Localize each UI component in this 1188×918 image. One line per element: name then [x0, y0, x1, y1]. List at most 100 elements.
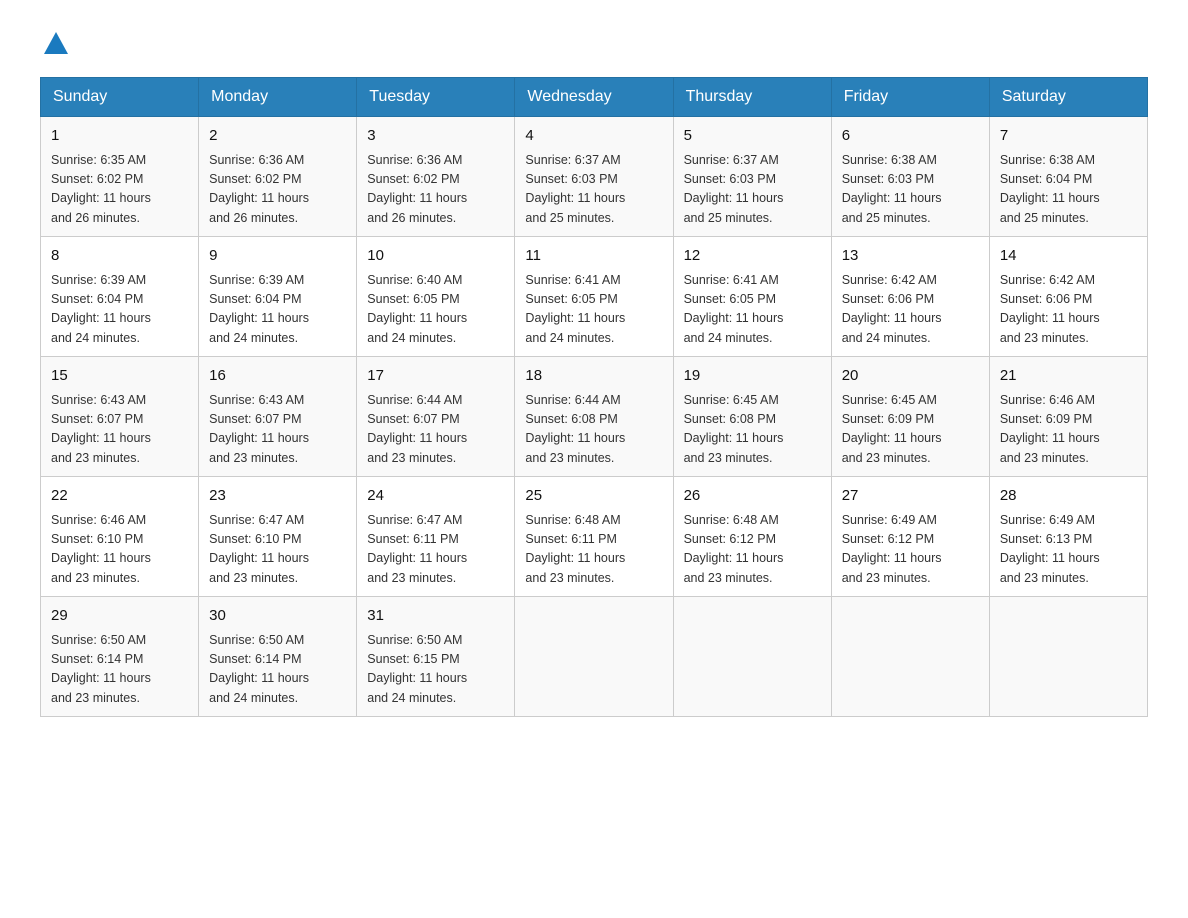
day-info: Sunrise: 6:50 AMSunset: 6:14 PMDaylight:… [209, 631, 346, 709]
calendar-cell: 7 Sunrise: 6:38 AMSunset: 6:04 PMDayligh… [989, 117, 1147, 237]
day-number: 3 [367, 125, 504, 148]
day-info: Sunrise: 6:50 AMSunset: 6:14 PMDaylight:… [51, 631, 188, 709]
day-number: 20 [842, 365, 979, 388]
calendar-cell: 3 Sunrise: 6:36 AMSunset: 6:02 PMDayligh… [357, 117, 515, 237]
day-number: 16 [209, 365, 346, 388]
calendar-cell: 12 Sunrise: 6:41 AMSunset: 6:05 PMDaylig… [673, 237, 831, 357]
day-number: 22 [51, 485, 188, 508]
calendar-week-row: 22 Sunrise: 6:46 AMSunset: 6:10 PMDaylig… [41, 477, 1148, 597]
day-number: 14 [1000, 245, 1137, 268]
day-info: Sunrise: 6:46 AMSunset: 6:09 PMDaylight:… [1000, 391, 1137, 469]
day-number: 21 [1000, 365, 1137, 388]
day-info: Sunrise: 6:41 AMSunset: 6:05 PMDaylight:… [525, 271, 662, 349]
day-info: Sunrise: 6:42 AMSunset: 6:06 PMDaylight:… [1000, 271, 1137, 349]
calendar-cell: 16 Sunrise: 6:43 AMSunset: 6:07 PMDaylig… [199, 357, 357, 477]
calendar-cell: 5 Sunrise: 6:37 AMSunset: 6:03 PMDayligh… [673, 117, 831, 237]
day-info: Sunrise: 6:44 AMSunset: 6:07 PMDaylight:… [367, 391, 504, 469]
day-info: Sunrise: 6:43 AMSunset: 6:07 PMDaylight:… [51, 391, 188, 469]
day-number: 30 [209, 605, 346, 628]
day-info: Sunrise: 6:36 AMSunset: 6:02 PMDaylight:… [367, 151, 504, 229]
calendar-cell: 10 Sunrise: 6:40 AMSunset: 6:05 PMDaylig… [357, 237, 515, 357]
calendar-cell: 1 Sunrise: 6:35 AMSunset: 6:02 PMDayligh… [41, 117, 199, 237]
calendar-cell: 4 Sunrise: 6:37 AMSunset: 6:03 PMDayligh… [515, 117, 673, 237]
calendar-cell [831, 597, 989, 717]
day-number: 5 [684, 125, 821, 148]
day-number: 4 [525, 125, 662, 148]
calendar-week-row: 29 Sunrise: 6:50 AMSunset: 6:14 PMDaylig… [41, 597, 1148, 717]
day-number: 2 [209, 125, 346, 148]
calendar-cell: 6 Sunrise: 6:38 AMSunset: 6:03 PMDayligh… [831, 117, 989, 237]
header-saturday: Saturday [989, 78, 1147, 117]
day-number: 10 [367, 245, 504, 268]
page-header [40, 30, 1148, 57]
calendar-cell: 2 Sunrise: 6:36 AMSunset: 6:02 PMDayligh… [199, 117, 357, 237]
day-info: Sunrise: 6:47 AMSunset: 6:11 PMDaylight:… [367, 511, 504, 589]
day-info: Sunrise: 6:38 AMSunset: 6:04 PMDaylight:… [1000, 151, 1137, 229]
logo [40, 30, 70, 57]
day-info: Sunrise: 6:37 AMSunset: 6:03 PMDaylight:… [684, 151, 821, 229]
calendar-cell: 22 Sunrise: 6:46 AMSunset: 6:10 PMDaylig… [41, 477, 199, 597]
logo-triangle-icon [42, 30, 70, 56]
day-info: Sunrise: 6:49 AMSunset: 6:13 PMDaylight:… [1000, 511, 1137, 589]
calendar-cell: 28 Sunrise: 6:49 AMSunset: 6:13 PMDaylig… [989, 477, 1147, 597]
day-number: 13 [842, 245, 979, 268]
calendar-cell: 23 Sunrise: 6:47 AMSunset: 6:10 PMDaylig… [199, 477, 357, 597]
day-info: Sunrise: 6:48 AMSunset: 6:12 PMDaylight:… [684, 511, 821, 589]
day-number: 15 [51, 365, 188, 388]
day-number: 23 [209, 485, 346, 508]
calendar-cell: 13 Sunrise: 6:42 AMSunset: 6:06 PMDaylig… [831, 237, 989, 357]
day-info: Sunrise: 6:40 AMSunset: 6:05 PMDaylight:… [367, 271, 504, 349]
header-monday: Monday [199, 78, 357, 117]
calendar-week-row: 1 Sunrise: 6:35 AMSunset: 6:02 PMDayligh… [41, 117, 1148, 237]
day-number: 31 [367, 605, 504, 628]
day-number: 8 [51, 245, 188, 268]
calendar-cell: 21 Sunrise: 6:46 AMSunset: 6:09 PMDaylig… [989, 357, 1147, 477]
calendar-week-row: 15 Sunrise: 6:43 AMSunset: 6:07 PMDaylig… [41, 357, 1148, 477]
header-friday: Friday [831, 78, 989, 117]
day-number: 7 [1000, 125, 1137, 148]
calendar-cell [515, 597, 673, 717]
day-number: 26 [684, 485, 821, 508]
calendar-cell: 20 Sunrise: 6:45 AMSunset: 6:09 PMDaylig… [831, 357, 989, 477]
day-number: 6 [842, 125, 979, 148]
day-info: Sunrise: 6:41 AMSunset: 6:05 PMDaylight:… [684, 271, 821, 349]
calendar-cell: 8 Sunrise: 6:39 AMSunset: 6:04 PMDayligh… [41, 237, 199, 357]
calendar-cell: 27 Sunrise: 6:49 AMSunset: 6:12 PMDaylig… [831, 477, 989, 597]
day-number: 17 [367, 365, 504, 388]
day-number: 9 [209, 245, 346, 268]
calendar-cell: 18 Sunrise: 6:44 AMSunset: 6:08 PMDaylig… [515, 357, 673, 477]
day-info: Sunrise: 6:45 AMSunset: 6:08 PMDaylight:… [684, 391, 821, 469]
header-sunday: Sunday [41, 78, 199, 117]
header-tuesday: Tuesday [357, 78, 515, 117]
day-number: 1 [51, 125, 188, 148]
calendar-cell: 30 Sunrise: 6:50 AMSunset: 6:14 PMDaylig… [199, 597, 357, 717]
calendar-cell: 24 Sunrise: 6:47 AMSunset: 6:11 PMDaylig… [357, 477, 515, 597]
calendar-week-row: 8 Sunrise: 6:39 AMSunset: 6:04 PMDayligh… [41, 237, 1148, 357]
day-number: 27 [842, 485, 979, 508]
day-info: Sunrise: 6:38 AMSunset: 6:03 PMDaylight:… [842, 151, 979, 229]
calendar-cell: 31 Sunrise: 6:50 AMSunset: 6:15 PMDaylig… [357, 597, 515, 717]
day-info: Sunrise: 6:49 AMSunset: 6:12 PMDaylight:… [842, 511, 979, 589]
day-number: 24 [367, 485, 504, 508]
calendar-cell: 11 Sunrise: 6:41 AMSunset: 6:05 PMDaylig… [515, 237, 673, 357]
day-info: Sunrise: 6:39 AMSunset: 6:04 PMDaylight:… [209, 271, 346, 349]
day-info: Sunrise: 6:47 AMSunset: 6:10 PMDaylight:… [209, 511, 346, 589]
day-number: 11 [525, 245, 662, 268]
calendar-cell [989, 597, 1147, 717]
day-number: 28 [1000, 485, 1137, 508]
calendar-cell: 29 Sunrise: 6:50 AMSunset: 6:14 PMDaylig… [41, 597, 199, 717]
day-info: Sunrise: 6:42 AMSunset: 6:06 PMDaylight:… [842, 271, 979, 349]
calendar-cell: 14 Sunrise: 6:42 AMSunset: 6:06 PMDaylig… [989, 237, 1147, 357]
calendar-cell: 26 Sunrise: 6:48 AMSunset: 6:12 PMDaylig… [673, 477, 831, 597]
calendar-cell [673, 597, 831, 717]
calendar-cell: 25 Sunrise: 6:48 AMSunset: 6:11 PMDaylig… [515, 477, 673, 597]
day-info: Sunrise: 6:35 AMSunset: 6:02 PMDaylight:… [51, 151, 188, 229]
header-wednesday: Wednesday [515, 78, 673, 117]
header-thursday: Thursday [673, 78, 831, 117]
day-number: 19 [684, 365, 821, 388]
day-info: Sunrise: 6:39 AMSunset: 6:04 PMDaylight:… [51, 271, 188, 349]
calendar-cell: 15 Sunrise: 6:43 AMSunset: 6:07 PMDaylig… [41, 357, 199, 477]
day-number: 18 [525, 365, 662, 388]
day-info: Sunrise: 6:36 AMSunset: 6:02 PMDaylight:… [209, 151, 346, 229]
day-info: Sunrise: 6:48 AMSunset: 6:11 PMDaylight:… [525, 511, 662, 589]
